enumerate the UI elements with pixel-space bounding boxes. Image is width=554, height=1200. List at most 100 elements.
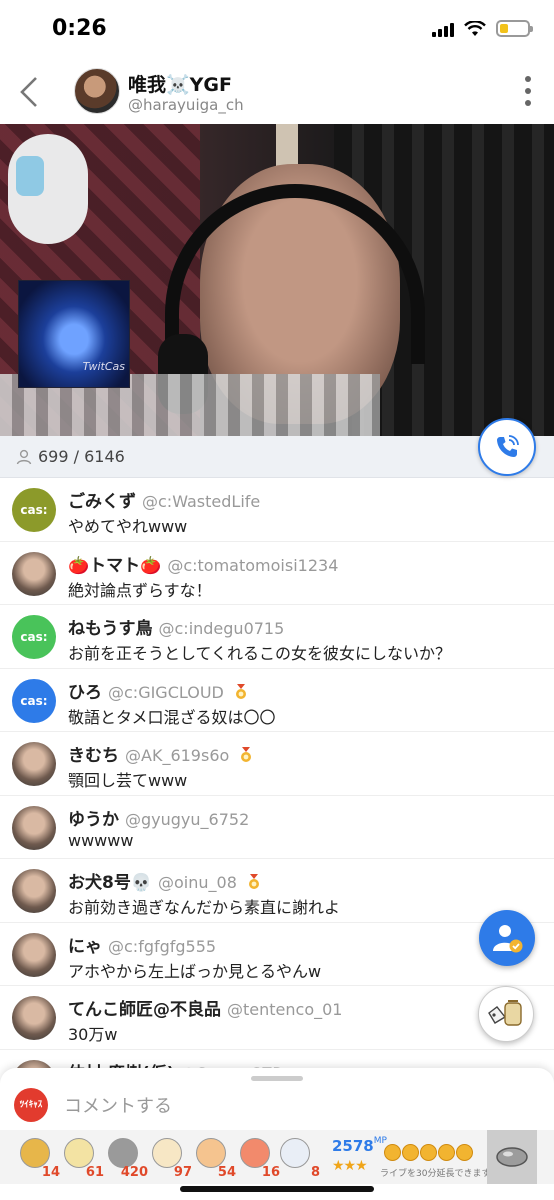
status-icons [432,20,533,37]
points-stars: ★★★ [332,1158,368,1174]
commenter-avatar[interactable] [12,551,56,596]
comment-header: きむち @AK_619s6o [68,741,253,766]
wreath-item-icon [20,1138,50,1168]
medal-icon [234,683,248,700]
commenter-name[interactable]: ねもうす鳥 [68,619,153,639]
commenter-handle: @c:WastedLife [142,492,261,511]
call-button[interactable] [478,418,536,476]
broadcaster-header: 唯我☠️YGF @harayuiga_ch [0,60,554,124]
status-bar: 0:26 [0,0,554,60]
commenter-avatar[interactable] [12,1059,56,1068]
commenter-avatar[interactable]: cas: [12,678,56,723]
peach-item-icon [240,1138,270,1168]
item-count: 61 [85,1165,104,1180]
commenter-handle: @c:GIGCLOUD [108,682,224,702]
commenter-name[interactable]: ひろ [68,683,102,703]
follow-user-button[interactable] [479,910,535,966]
comment-header: にゃ @c:fgfgfg555 [68,932,216,957]
membership-points[interactable]: 2578MP ★★★ ライブを30分延長できます。 [332,1136,499,1179]
comment-input[interactable]: コメントする [64,1092,172,1118]
comment-row[interactable]: 仲村 廣樹(仮)@Supra_SZP [0,1050,554,1069]
comment-row[interactable]: お犬8号💀 @oinu_08 お前効き過ぎなんだから素直に謝れよ [0,859,554,923]
peach-item[interactable]: 16 [236,1136,280,1180]
commenter-avatar[interactable] [12,996,56,1040]
wifi-icon [464,20,486,36]
item-shop-button[interactable] [478,986,534,1042]
comment-list[interactable]: cas: ごみくず @c:WastedLife やめてやれwww 🍅トマト🍅 @c:tom… [0,478,554,1068]
comment-header: ひろ @c:GIGCLOUD [68,678,248,703]
viewer-count: 699 / 6146 [38,447,125,466]
comment-row[interactable]: 🍅トマト🍅 @c:tomatomoisi1234 絶対論点ずらすな！ [0,542,554,605]
commenter-name[interactable]: にゃ [68,937,102,957]
comment-header: ゆうか @gyugyu_6752 [68,805,249,830]
home-indicator[interactable] [180,1186,374,1192]
commenter-avatar[interactable] [12,742,56,786]
stone-item[interactable]: 420 [104,1136,148,1180]
comment-text: 絶対論点ずらすな！ [68,580,212,600]
commenter-avatar[interactable]: cas: [12,615,56,659]
dot-icon [525,100,531,106]
back-button[interactable] [14,72,46,112]
tea-item-icon [64,1138,94,1168]
extend-hint: ライブを30分延長できます。 [380,1169,499,1179]
live-video[interactable]: TwitCas [0,124,554,436]
commenter-handle: @tentenco_01 [227,1000,343,1019]
selected-item-slot[interactable] [487,1130,537,1184]
stone-item-icon [108,1138,138,1168]
commenter-avatar[interactable]: cas: [12,488,56,532]
viewer-count-bar: 699 / 6146 [0,436,554,478]
commenter-name[interactable]: てんこ師匠@不良品 [68,1000,221,1020]
medal-icon [239,747,253,763]
comment-row[interactable]: きむち @AK_619s6o 顎回し芸てwww [0,732,554,796]
commenter-handle: @c:tomatomoisi1234 [167,555,339,575]
comment-text: wwwww [68,830,134,850]
mascot-bag-icon [488,1000,522,1026]
broadcaster-avatar[interactable] [74,68,120,114]
comment-header: ねもうす鳥 @c:indegu0715 [68,614,284,639]
comment-row[interactable]: cas: ひろ @c:GIGCLOUD 敬語とタメ口混ざる奴は〇〇 [0,669,554,732]
comment-text: 30万w [68,1025,118,1044]
commenter-avatar[interactable] [12,805,56,850]
commenter-name[interactable]: お犬8号💀 [68,873,152,893]
comment-text: お前を正そうとしてくれるこの女を彼女にしないか？ [68,644,452,663]
commenter-avatar[interactable] [12,932,56,977]
comment-row[interactable]: ゆうか @gyugyu_6752 wwwww [0,796,554,859]
broadcaster-handle: @harayuiga_ch [128,96,244,114]
item-count: 54 [217,1165,236,1180]
comment-text: アホやから左上ばっか見とるやんw [68,961,322,981]
ghost-item[interactable]: 8 [276,1136,320,1180]
wreath-item[interactable]: 14 [16,1136,60,1180]
commenter-name[interactable]: きむち [68,746,119,766]
comment-header: ごみくず @c:WastedLife [68,487,260,512]
comment-text: お前効き過ぎなんだから素直に謝れよ [68,898,341,917]
commenter-handle: @oinu_08 [158,873,237,892]
commenter-name[interactable]: 🍅トマト🍅 [68,556,161,576]
comment-header: 仲村 廣樹(仮)@Supra_SZP [68,1059,282,1069]
broadcaster-name[interactable]: 唯我☠️YGF [128,70,232,97]
commenter-handle: @c:fgfgfg555 [108,936,217,956]
comment-composer-sheet: ﾂｲｷｬｽ コメントする 2578MP ★★★ ライブを30分延長できます。 1… [0,1068,554,1200]
clap-item[interactable]: 54 [192,1136,236,1180]
item-count: 97 [173,1165,192,1180]
sheet-grabber[interactable] [251,1076,303,1081]
jar-item[interactable]: 97 [148,1136,192,1180]
commenter-handle: @c:indegu0715 [158,619,285,638]
user-check-icon [493,925,523,953]
comment-row[interactable]: にゃ @c:fgfgfg555 アホやから左上ばっか見とるやんw [0,923,554,986]
commenter-name[interactable]: ゆうか [68,810,119,830]
comment-text: 敬語とタメ口混ざる奴は〇〇 [68,707,276,727]
more-menu-button[interactable] [524,76,532,106]
status-time: 0:26 [52,16,107,41]
commenter-avatar[interactable] [12,869,56,913]
tea-item[interactable]: 61 [60,1136,104,1180]
ghost-item-icon [280,1138,310,1168]
medal-icon [247,874,261,890]
comment-row[interactable]: てんこ師匠@不良品 @tentenco_01 30万w [0,986,554,1050]
points-value: 2578 [332,1137,374,1155]
dot-icon [525,76,531,82]
commenter-name[interactable]: ごみくず [68,492,136,512]
comment-row[interactable]: cas: ねもうす鳥 @c:indegu0715 お前を正そうとしてくれるこの女を彼女… [0,605,554,669]
comment-header: てんこ師匠@不良品 @tentenco_01 [68,995,342,1020]
comment-row[interactable]: cas: ごみくず @c:WastedLife やめてやれwww [0,478,554,542]
coin-icons [384,1144,473,1161]
